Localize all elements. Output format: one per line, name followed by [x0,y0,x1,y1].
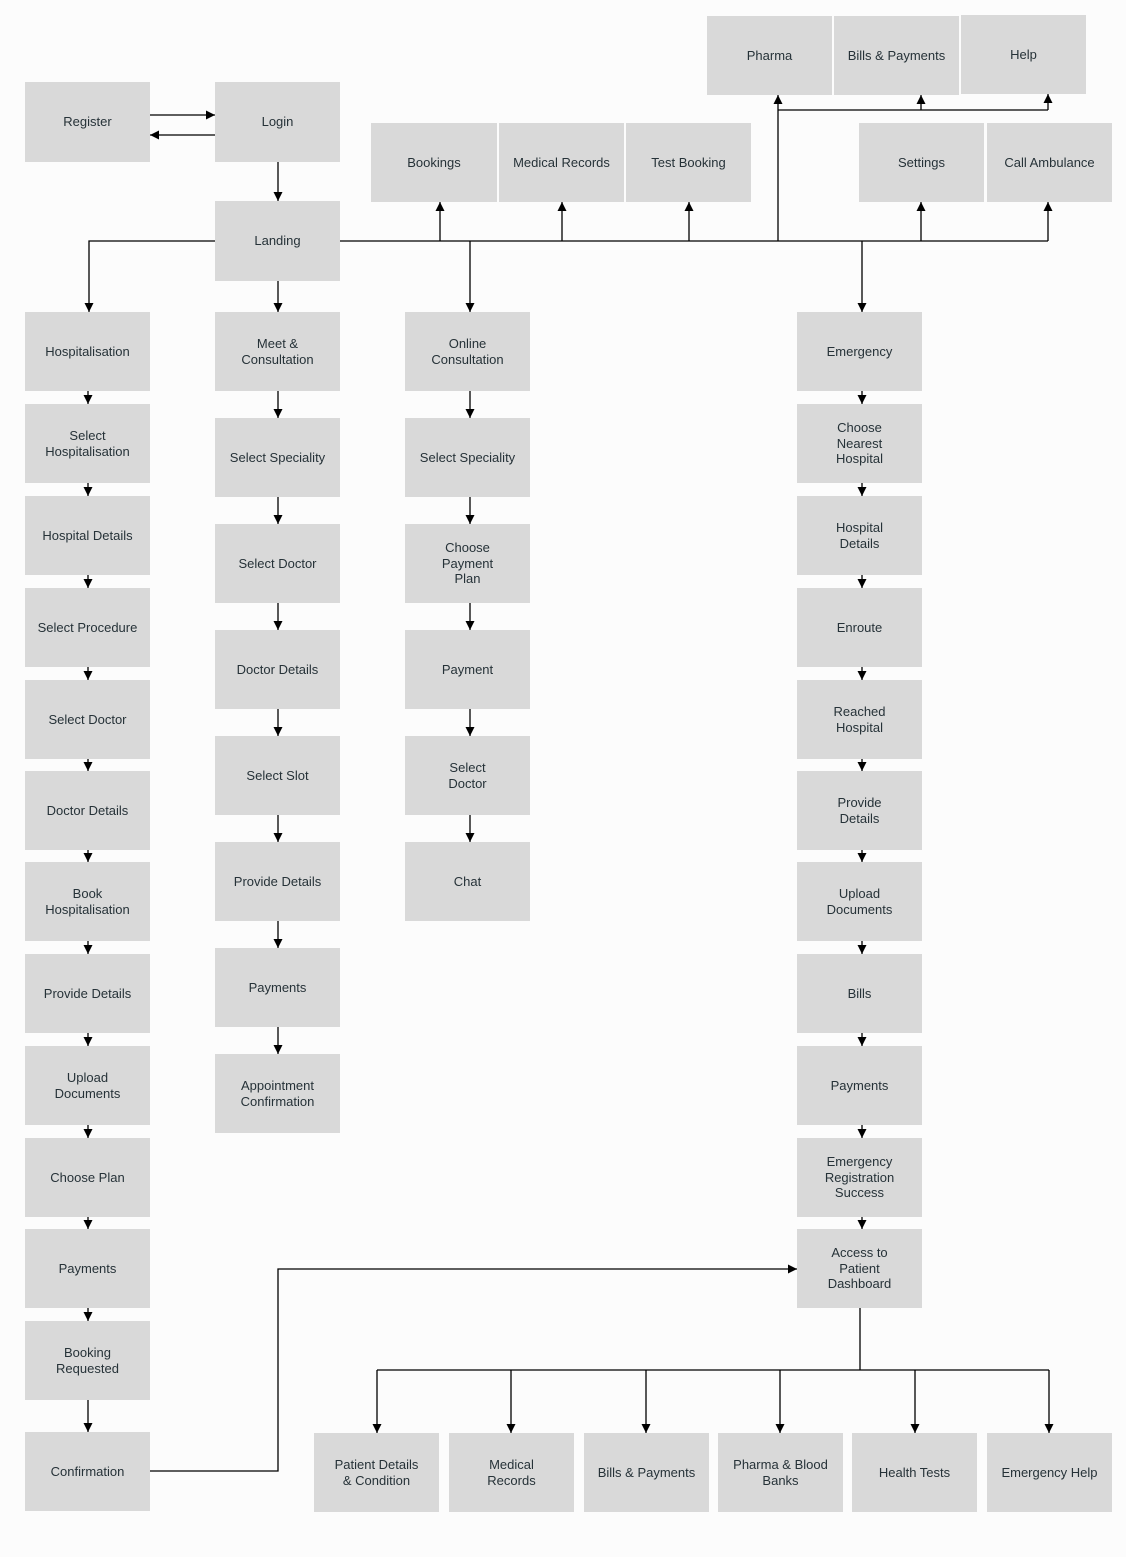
node-bills-payments: Bills & Payments [834,16,959,95]
node-emergency-step: Access to Patient Dashboard [797,1229,922,1308]
node-emergency-step: Hospital Details [797,496,922,575]
node-meet-step: Doctor Details [215,630,340,709]
node-call-ambulance: Call Ambulance [987,123,1112,202]
node-meet-step: Select Doctor [215,524,340,603]
node-help: Help [961,15,1086,94]
node-emergency-step: Provide Details [797,771,922,850]
node-emergency-step: Bills [797,954,922,1033]
node-meet-step: Select Speciality [215,418,340,497]
node-dashboard-item: Bills & Payments [584,1433,709,1512]
node-meet-step: Appointment Confirmation [215,1054,340,1133]
node-dashboard-item: Patient Details & Condition [314,1433,439,1512]
arrow [84,240,215,312]
node-landing: Landing [215,201,340,281]
node-emergency-step: Upload Documents [797,862,922,941]
node-hospitalisation-step: Select Procedure [25,588,150,667]
node-dashboard-item: Pharma & Blood Banks [718,1433,843,1512]
node-test-booking: Test Booking [626,123,751,202]
node-hospitalisation-step: Hospitalisation [25,312,150,391]
node-hospitalisation-step: Choose Plan [25,1138,150,1217]
node-bookings: Bookings [371,123,497,202]
node-emergency-step: Payments [797,1046,922,1125]
node-dashboard-item: Medical Records [449,1433,574,1512]
node-emergency-step: Reached Hospital [797,680,922,759]
node-online-step: Chat [405,842,530,921]
node-hospitalisation-step: Select Doctor [25,680,150,759]
node-dashboard-item: Emergency Help [987,1433,1112,1512]
node-hospitalisation-step: Select Hospitalisation [25,404,150,483]
node-hospitalisation-step: Provide Details [25,954,150,1033]
node-hospitalisation-step: Payments [25,1229,150,1308]
node-hospitalisation-step: Confirmation [25,1432,150,1511]
node-meet-step: Payments [215,948,340,1027]
node-pharma: Pharma [707,16,832,95]
node-meet-step: Provide Details [215,842,340,921]
node-hospitalisation-step: Upload Documents [25,1046,150,1125]
node-meet-step: Meet & Consultation [215,312,340,391]
node-settings: Settings [859,123,984,202]
node-dashboard-item: Health Tests [852,1433,977,1512]
node-emergency-step: Emergency Registration Success [797,1138,922,1217]
node-online-step: Select Doctor [405,736,530,815]
node-online-step: Online Consultation [405,312,530,391]
node-hospitalisation-step: Book Hospitalisation [25,862,150,941]
node-hospitalisation-step: Hospital Details [25,496,150,575]
node-emergency-step: Choose Nearest Hospital [797,404,922,483]
node-login: Login [215,82,340,162]
node-online-step: Select Speciality [405,418,530,497]
node-hospitalisation-step: Booking Requested [25,1321,150,1400]
node-meet-step: Select Slot [215,736,340,815]
node-online-step: Choose Payment Plan [405,524,530,603]
node-register: Register [25,82,150,162]
node-hospitalisation-step: Doctor Details [25,771,150,850]
node-medical-records: Medical Records [499,123,624,202]
node-emergency-step: Enroute [797,588,922,667]
flow-connectors [83,94,1054,1472]
node-emergency-step: Emergency [797,312,922,391]
node-online-step: Payment [405,630,530,709]
